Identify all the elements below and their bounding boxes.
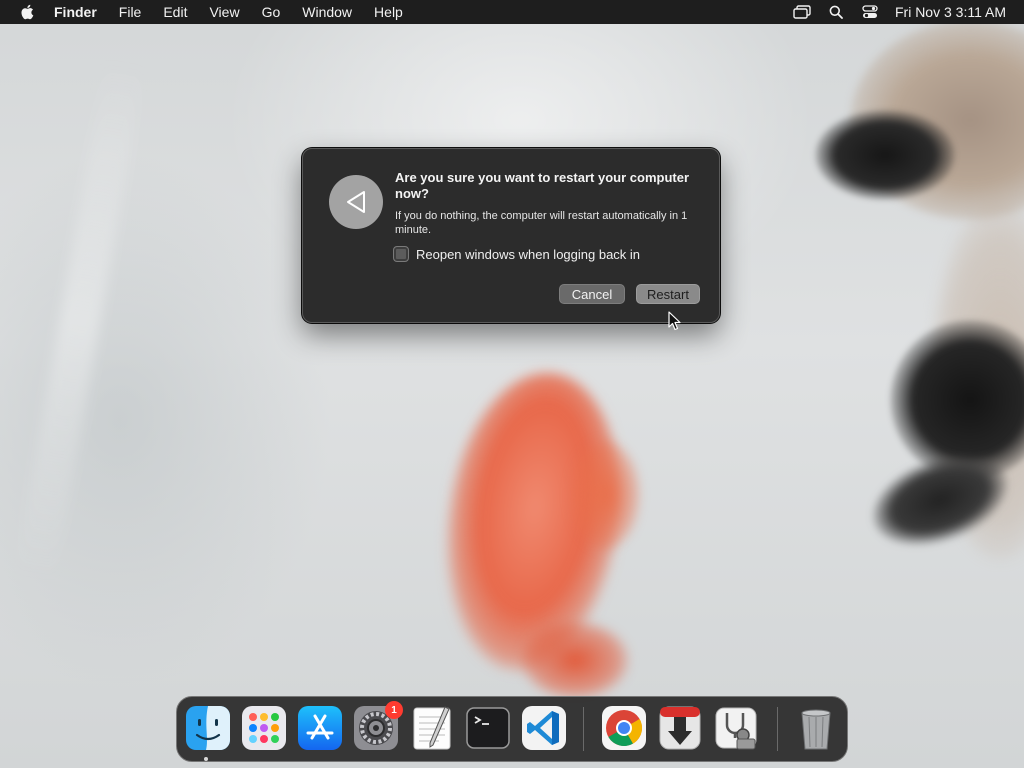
mouse-pointer-icon [668,311,682,336]
vscode-icon[interactable] [521,705,567,751]
textedit-icon[interactable] [409,705,455,751]
finder-running-indicator [204,757,208,761]
menu-bar: Finder File Edit View Go Window Help Fri… [0,0,1024,24]
reopen-windows-option[interactable]: Reopen windows when logging back in [393,246,640,262]
restart-button[interactable]: Restart [636,284,700,304]
dialog-title: Are you sure you want to restart your co… [395,170,690,201]
finder-icon[interactable] [185,705,231,751]
apple-menu-icon[interactable] [0,0,54,24]
restart-triangle-icon [329,175,383,229]
dock-separator [777,707,778,751]
chrome-icon[interactable] [601,705,647,751]
menu-view[interactable]: View [198,0,250,24]
trash-icon[interactable] [793,705,839,751]
launchpad-icon[interactable] [241,705,287,751]
desktop-wallpaper [0,0,1024,768]
reopen-windows-label[interactable]: Reopen windows when logging back in [416,247,640,262]
menu-file[interactable]: File [108,0,153,24]
screen-mirroring-icon[interactable] [791,0,813,24]
reopen-windows-checkbox[interactable] [393,246,409,262]
dialog-message: If you do nothing, the computer will res… [395,210,688,236]
app-store-icon[interactable] [297,705,343,751]
terminal-icon[interactable] [465,705,511,751]
transmission-icon[interactable] [657,705,703,751]
dock-separator [583,707,584,751]
menu-app-name[interactable]: Finder [54,0,108,24]
control-center-icon[interactable] [859,0,881,24]
disk-utility-icon[interactable] [713,705,759,751]
cancel-button[interactable]: Cancel [559,284,625,304]
menu-window[interactable]: Window [291,0,363,24]
menu-edit[interactable]: Edit [152,0,198,24]
menu-bar-clock[interactable]: Fri Nov 3 3:11 AM [895,4,1006,20]
menu-go[interactable]: Go [251,0,292,24]
spotlight-search-icon[interactable] [825,0,847,24]
system-settings-icon[interactable]: 1 [353,701,403,751]
dock: 1 [176,696,848,762]
menu-help[interactable]: Help [363,0,414,24]
notification-badge: 1 [385,701,403,719]
restart-confirmation-dialog: Are you sure you want to restart your co… [302,148,720,323]
